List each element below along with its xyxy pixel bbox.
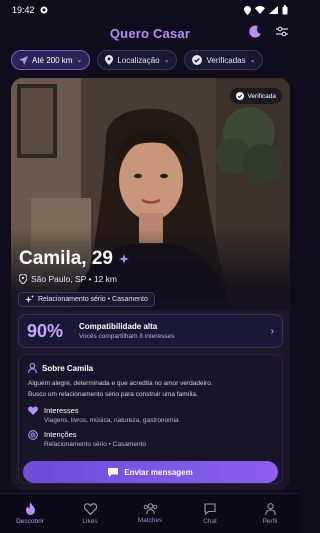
app-title: Quero Casar (109, 25, 191, 41)
app-notification-icon (40, 6, 48, 14)
chevron-right-icon: › (270, 325, 274, 337)
send-message-button[interactable]: Enviar mensagem (23, 461, 278, 483)
profile-location: São Paulo, SP • 12 km (31, 274, 117, 284)
nav-chat[interactable]: Chat (181, 502, 239, 525)
chevron-down-icon: ⌄ (163, 57, 170, 64)
intentions-title: Intenções (44, 430, 77, 439)
filter-location-label: Localização (117, 55, 160, 65)
interests-value: Viagens, livros, música, natureza, gastr… (44, 417, 179, 424)
heart-icon (83, 502, 97, 515)
nav-likes-label: Likes (82, 517, 98, 525)
nav-descobrir[interactable]: Descobrir (1, 502, 59, 525)
wifi-icon (255, 6, 265, 14)
moon-icon[interactable] (249, 25, 262, 38)
app-header: Quero Casar (0, 20, 300, 46)
location-pin-icon (19, 274, 27, 284)
sliders-icon[interactable] (276, 26, 288, 37)
heart-icon (28, 406, 38, 415)
person-icon (28, 363, 37, 373)
relationship-goal-tag: Relacionamento sério • Casamento (18, 292, 155, 307)
filter-distance-chip[interactable]: Até 200 km ⌄ (11, 50, 91, 70)
status-time: 19:42 (12, 5, 35, 15)
location-pin-icon (105, 55, 114, 65)
sparkle-icon (119, 254, 129, 264)
check-circle-icon (192, 55, 203, 65)
bottom-navigation: Descobrir Likes Matches Chat Perfil (0, 493, 300, 533)
sparkles-icon (25, 295, 34, 303)
compatibility-card[interactable]: 90% Compatibilidade alta Vocês compartil… (18, 314, 283, 348)
verified-label: Verificada (247, 92, 276, 100)
profile-card[interactable]: Verificada Camila, 29 São Paulo, SP • 12… (11, 78, 290, 490)
person-icon (264, 502, 276, 515)
battery-icon (282, 5, 288, 15)
verified-badge: Verificada (230, 88, 282, 104)
interests-row: Interesses Viagens, livros, música, natu… (28, 406, 273, 424)
profile-location-row: São Paulo, SP • 12 km (19, 274, 117, 284)
about-line-1: Alguém alegre, determinada e que acredit… (28, 380, 213, 387)
filter-verified-label: Verificadas (206, 55, 246, 65)
filter-distance-label: Até 200 km (32, 55, 73, 65)
flame-icon (25, 502, 35, 515)
nav-matches[interactable]: Matches (121, 503, 179, 524)
filter-bar: Até 200 km ⌄ Localização ⌄ Verificadas ⌄ (11, 50, 291, 70)
about-header: Sobre Camila (28, 363, 273, 373)
about-title: Sobre Camila (42, 363, 94, 373)
chat-icon (204, 502, 216, 515)
filter-verified-chip[interactable]: Verificadas ⌄ (184, 50, 264, 70)
compatibility-percent: 90% (27, 320, 64, 341)
verified-check-icon (236, 92, 245, 100)
target-icon (28, 430, 38, 440)
nav-matches-label: Matches (137, 517, 163, 524)
signal-icon (269, 6, 278, 14)
compatibility-subtitle: Vocês compartilham 8 interesses (79, 333, 175, 340)
send-message-label: Enviar mensagem (124, 467, 193, 477)
profile-name-row: Camila, 29 (19, 248, 129, 270)
status-bar: 19:42 (0, 0, 300, 20)
navigation-icon (19, 55, 28, 65)
compatibility-title: Compatibilidade alta (79, 322, 158, 331)
nav-likes[interactable]: Likes (61, 502, 119, 525)
chevron-down-icon: ⌄ (76, 57, 83, 64)
nav-perfil[interactable]: Perfil (241, 502, 299, 525)
nav-chat-label: Chat (203, 517, 217, 525)
people-icon (143, 503, 157, 514)
relationship-goal-label: Relacionamento sério • Casamento (38, 296, 148, 303)
about-line-2: Busco um relacionamento sério para const… (28, 391, 198, 398)
nav-perfil-label: Perfil (262, 517, 278, 525)
filter-location-chip[interactable]: Localização ⌄ (97, 50, 178, 70)
about-text: Alguém alegre, determinada e que acredit… (28, 378, 273, 400)
message-icon (108, 467, 119, 477)
location-status-icon (244, 5, 251, 15)
interests-title: Interesses (44, 406, 79, 415)
profile-name: Camila, 29 (19, 248, 113, 269)
about-card: Sobre Camila Alguém alegre, determinada … (18, 354, 283, 484)
nav-descobrir-label: Descobrir (16, 518, 44, 525)
chevron-down-icon: ⌄ (249, 57, 256, 64)
intentions-row: Intenções Relacionamento sério • Casamen… (28, 430, 273, 448)
intentions-value: Relacionamento sério • Casamento (44, 441, 146, 448)
